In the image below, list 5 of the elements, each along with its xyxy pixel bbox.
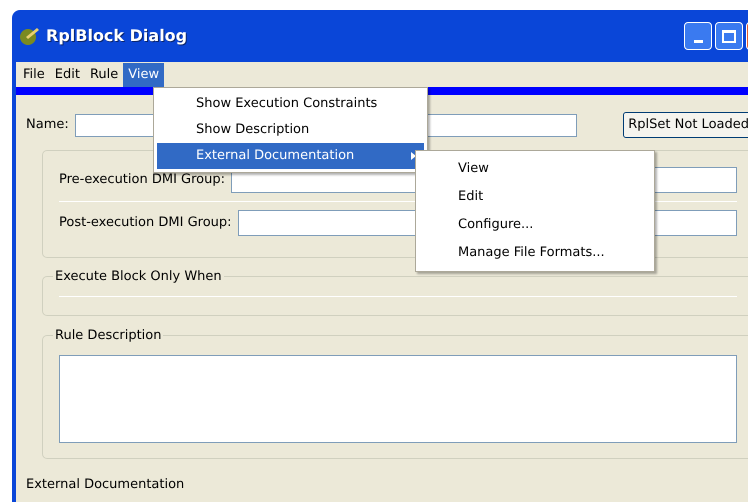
window-title: RplBlock Dialog (46, 25, 188, 47)
footer-label: External Documentation (26, 476, 186, 494)
name-label: Name: (26, 116, 69, 134)
dmi-group-label: Pre-execution DMI Group: (59, 171, 225, 190)
dmi-group-label: Post-execution DMI Group: (59, 214, 232, 232)
